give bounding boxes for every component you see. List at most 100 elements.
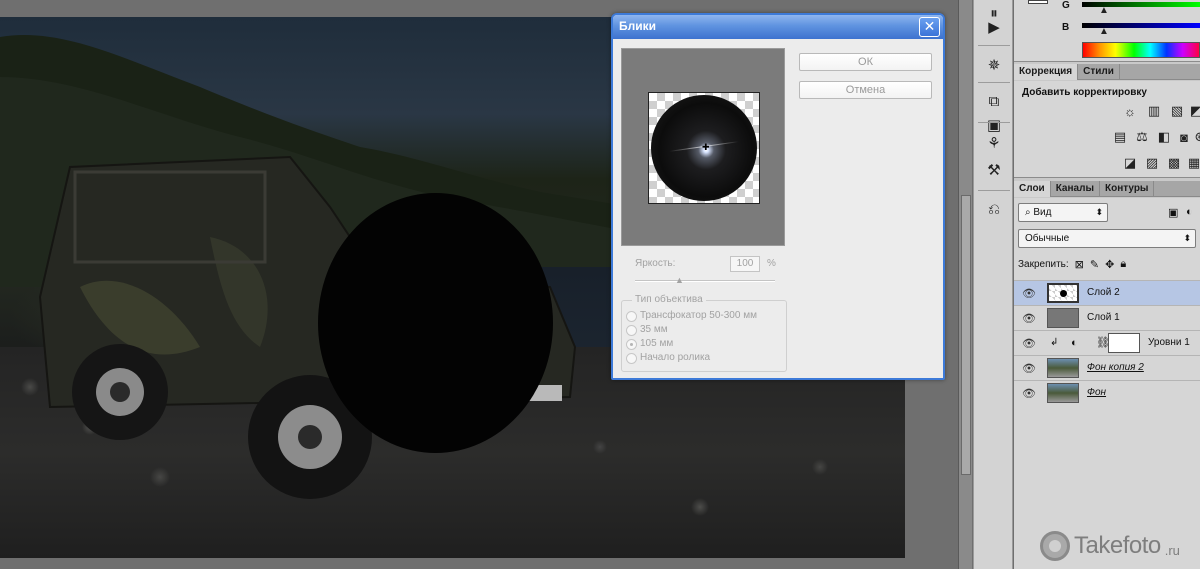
lock-position-icon[interactable]: ✥ xyxy=(1105,258,1114,271)
radio-label-movie-prime: Начало ролика xyxy=(640,352,711,363)
layer-name: Фон xyxy=(1087,387,1107,398)
tab-layers[interactable]: Слои xyxy=(1014,181,1051,197)
radio-label-105mm: 105 мм xyxy=(640,338,674,349)
strip-divider xyxy=(978,82,1010,83)
dialog-titlebar[interactable]: Блики ✕ xyxy=(613,15,943,39)
watermark: Takefoto .ru xyxy=(1040,531,1180,561)
brightness-slider-thumb[interactable]: ▲ xyxy=(675,275,684,285)
blend-mode-value: Обычные xyxy=(1025,233,1070,244)
levels-icon[interactable]: ▥ xyxy=(1146,103,1162,119)
ok-button[interactable]: ОК xyxy=(799,53,932,71)
panel-icon-strip: ⏸ ▶ ✵ ⧉ ▣ ⚘ ⚒ ⎌ xyxy=(973,0,1013,569)
exposure-icon[interactable]: ◩ xyxy=(1188,103,1200,119)
flare-preview[interactable]: ✚ xyxy=(621,48,785,246)
brush-presets-icon[interactable]: ⚘ xyxy=(980,130,1008,156)
eye-icon[interactable]: 👁︎ xyxy=(1022,287,1036,300)
layer-thumbnail xyxy=(1047,283,1079,303)
channel-label-g: G xyxy=(1062,0,1070,11)
compass-icon[interactable]: ✵ xyxy=(980,52,1008,78)
photo-filter-icon[interactable]: ◙ xyxy=(1176,129,1192,145)
layer-thumbnail xyxy=(1047,358,1079,378)
takefoto-logo-icon xyxy=(1040,531,1070,561)
layer-name: Фон копия 2 xyxy=(1087,362,1144,373)
clip-arrow-icon: ↲ xyxy=(1050,337,1059,348)
layer-name: Слой 1 xyxy=(1087,312,1120,323)
flare-center-crosshair-icon[interactable]: ✚ xyxy=(702,142,710,153)
posterize-icon[interactable]: ▨ xyxy=(1144,155,1160,171)
blue-slider-thumb[interactable]: ▲ xyxy=(1099,26,1109,37)
eye-icon[interactable]: 👁︎ xyxy=(1022,312,1036,325)
layer-name: Слой 2 xyxy=(1087,287,1120,298)
brightness-slider-track[interactable] xyxy=(635,280,775,282)
radio-label-zoom-50-300: Трансфокатор 50-300 мм xyxy=(640,310,757,321)
eye-icon[interactable]: 👁︎ xyxy=(1022,337,1036,350)
gradient-map-icon[interactable]: ▦ xyxy=(1186,155,1200,171)
invert-icon[interactable]: ◪ xyxy=(1122,155,1138,171)
layer-row[interactable]: 👁︎ Фон копия 2 xyxy=(1014,355,1200,380)
tab-adjustments[interactable]: Коррекция xyxy=(1014,64,1079,80)
cancel-button[interactable]: Отмена xyxy=(799,81,932,99)
color-spectrum-ramp[interactable] xyxy=(1082,42,1200,58)
adjustments-title: Добавить корректировку xyxy=(1022,87,1147,98)
strip-divider xyxy=(978,122,1010,123)
layer-row[interactable]: 👁︎ Слой 1 xyxy=(1014,305,1200,330)
radio-label-35mm: 35 мм xyxy=(640,324,668,335)
layer-mask-thumbnail xyxy=(1108,333,1140,353)
lock-transparency-icon[interactable]: ⊠ xyxy=(1075,258,1084,271)
play-icon[interactable]: ▶ xyxy=(980,14,1008,40)
close-icon: ✕ xyxy=(923,18,936,34)
adjustments-panel: Добавить корректировку ☼ ▥ ▧ ◩ ▤ ⚖ ◧ ◙ ⊛… xyxy=(1014,81,1200,178)
blend-mode-select[interactable]: Обычные ⬍ xyxy=(1018,229,1196,248)
strip-divider xyxy=(978,45,1010,46)
tool-presets-icon[interactable]: ⚒ xyxy=(980,157,1008,183)
right-panels: G ▲ B ▲ Коррекция Стили Добавить коррект… xyxy=(1014,0,1200,569)
bw-icon[interactable]: ◧ xyxy=(1156,129,1172,145)
scrollbar-thumb[interactable] xyxy=(961,195,971,475)
threshold-icon[interactable]: ▩ xyxy=(1166,155,1182,171)
layers-panel: ⌕ Вид ⬍ ▣ ◐ Обычные ⬍ Закрепить: ⊠ ✎ ✥ 🔒… xyxy=(1014,198,1200,569)
tab-channels[interactable]: Каналы xyxy=(1051,181,1100,197)
dialog-title: Блики xyxy=(619,19,657,33)
lens-type-group: Тип объектива Трансфокатор 50-300 мм 35 … xyxy=(621,294,787,372)
layer-thumbnail xyxy=(1047,308,1079,328)
channel-label-b: B xyxy=(1062,22,1070,33)
radio-35mm[interactable] xyxy=(626,325,637,336)
history-icon[interactable]: ⎌ xyxy=(980,196,1008,222)
vibrance-icon[interactable]: ▤ xyxy=(1112,129,1128,145)
eye-icon[interactable]: 👁︎ xyxy=(1022,362,1036,375)
preview-thumbnail[interactable]: ✚ xyxy=(648,92,760,204)
image-filter-icon[interactable]: ▣ xyxy=(1168,206,1178,219)
eye-icon[interactable]: 👁︎ xyxy=(1022,387,1036,400)
layer-row[interactable]: 👁︎ Фон xyxy=(1014,380,1200,405)
color-panel: G ▲ B ▲ xyxy=(1014,0,1200,62)
tab-styles[interactable]: Стили xyxy=(1078,64,1120,80)
updown-arrow-icon: ⬍ xyxy=(1095,207,1103,217)
levels-adjustment-icon: ◐ xyxy=(1071,337,1078,349)
radio-zoom-50-300[interactable] xyxy=(626,311,637,322)
radio-105mm[interactable] xyxy=(626,339,637,350)
curves-icon[interactable]: ▧ xyxy=(1169,103,1185,119)
tab-paths[interactable]: Контуры xyxy=(1100,181,1155,197)
channel-mixer-icon[interactable]: ⊛ xyxy=(1192,129,1200,145)
layer-row[interactable]: 👁︎ Слой 2 xyxy=(1014,280,1200,305)
layers-tabs: Слои Каналы Контуры xyxy=(1014,181,1200,197)
layer-comps-icon[interactable]: ⧉ xyxy=(980,88,1008,114)
brightness-input[interactable]: 100 xyxy=(730,256,760,272)
close-button[interactable]: ✕ xyxy=(919,17,940,37)
brightness-label: Яркость: xyxy=(635,258,676,269)
color-swatch[interactable] xyxy=(1028,0,1048,4)
green-slider-thumb[interactable]: ▲ xyxy=(1099,5,1109,16)
black-layer-disc xyxy=(318,193,553,453)
watermark-text: Takefoto xyxy=(1074,532,1161,559)
brightness-icon[interactable]: ☼ xyxy=(1122,103,1138,119)
layer-filter-select[interactable]: ⌕ Вид ⬍ xyxy=(1018,203,1108,222)
lock-all-icon[interactable]: 🔒︎ xyxy=(1120,258,1126,271)
lock-label: Закрепить: xyxy=(1018,259,1069,270)
radio-movie-prime[interactable] xyxy=(626,353,637,364)
balance-icon[interactable]: ⚖ xyxy=(1134,129,1150,145)
lock-pixels-icon[interactable]: ✎ xyxy=(1090,258,1099,271)
canvas-vertical-scrollbar[interactable] xyxy=(958,0,972,569)
layer-row[interactable]: 👁︎ ↲ ◐ ⛓︎ Уровни 1 xyxy=(1014,330,1200,355)
brightness-unit: % xyxy=(767,258,776,269)
adjustment-filter-icon[interactable]: ◐ xyxy=(1186,206,1193,218)
